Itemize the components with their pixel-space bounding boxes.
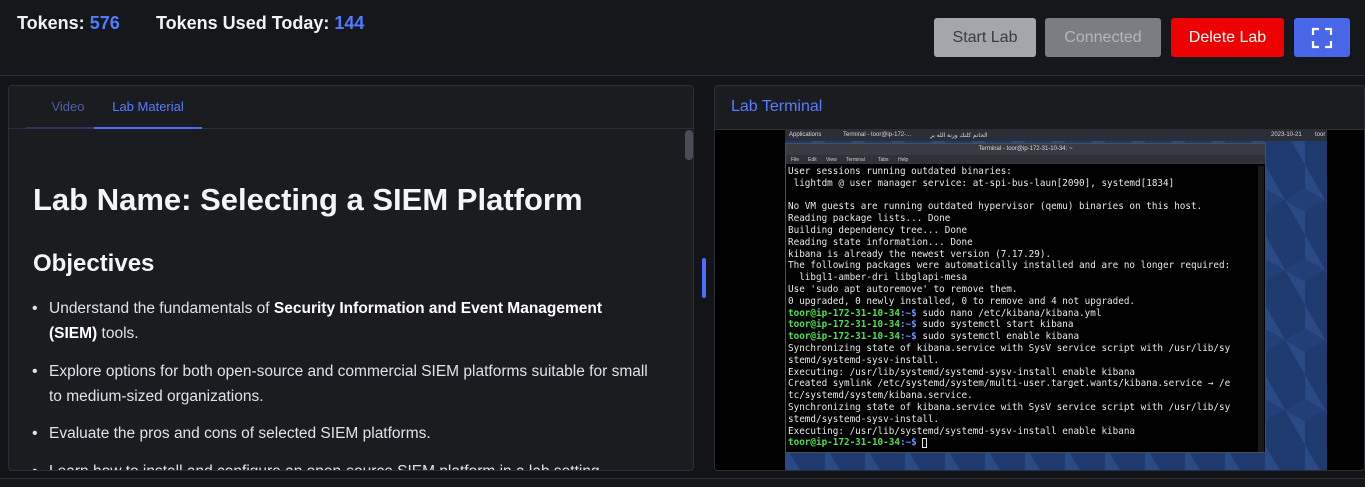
taskbar-user[interactable]: toor — [1315, 132, 1325, 138]
output-lines: User sessions running outdated binaries:… — [788, 166, 1231, 307]
terminal-window-wrap: Terminal - toor@ip-172-31-10-34: ~ File … — [785, 130, 1266, 470]
taskbar-clock: 2023-10-21 — [1271, 132, 1302, 138]
command-text: sudo nano /etc/kibana/kibana.yml — [916, 307, 1102, 319]
tokens-today-stat: Tokens Used Today: 144 — [156, 13, 364, 34]
connected-button[interactable]: Connected — [1045, 18, 1161, 57]
terminal-cursor — [922, 437, 928, 448]
tab-bar: Video Lab Material — [9, 86, 693, 129]
delete-lab-button[interactable]: Delete Lab — [1171, 18, 1284, 57]
command-text: sudo systemctl enable kibana — [916, 331, 1080, 343]
tokens-stat: Tokens: 576 — [17, 13, 120, 34]
objective-text: Understand the fundamentals of — [49, 300, 274, 317]
list-item: Evaluate the pros and cons of selected S… — [32, 421, 649, 446]
top-header: Tokens: 576 Tokens Used Today: 144 Start… — [0, 0, 1365, 76]
output-lines: Synchronizing state of kibana.service wi… — [788, 342, 1231, 437]
prompt-user: toor@ip-172-31-10-34 — [788, 319, 900, 331]
remote-desktop-view[interactable]: Applications Terminal - toor@ip-172-... … — [715, 130, 1364, 470]
scrollbar-thumb[interactable] — [685, 130, 693, 160]
prompt-user: toor@ip-172-31-10-34 — [788, 307, 900, 319]
prompt-path: :~$ — [899, 437, 917, 449]
menu-file[interactable]: File — [791, 157, 799, 163]
terminal-output[interactable]: User sessions running outdated binaries:… — [788, 166, 1258, 449]
fullscreen-icon — [1311, 27, 1333, 48]
tokens-today-label: Tokens Used Today: — [156, 13, 330, 33]
fullscreen-button[interactable] — [1294, 18, 1350, 57]
terminal-window[interactable]: Terminal - toor@ip-172-31-10-34: ~ File … — [785, 143, 1266, 453]
objective-text: tools. — [97, 325, 139, 342]
lab-title: Lab Name: Selecting a SIEM Platform — [33, 182, 583, 217]
menu-edit[interactable]: Edit — [808, 157, 817, 163]
list-item: Explore options for both open-source and… — [32, 359, 649, 409]
terminal-scrollbar[interactable] — [1258, 166, 1264, 452]
menu-view[interactable]: View — [826, 157, 837, 163]
panel-resize-handle[interactable] — [702, 258, 706, 298]
list-item: Learn how to install and configure an op… — [32, 459, 649, 470]
lab-content: Lab Name: Selecting a SIEM Platform Obje… — [9, 130, 693, 470]
menu-tabs[interactable]: Tabs — [878, 157, 889, 163]
bottom-bar — [0, 478, 1365, 487]
tokens-value: 576 — [89, 13, 120, 33]
terminal-window-title: Terminal - toor@ip-172-31-10-34: ~ — [786, 144, 1265, 155]
tab-lab-material[interactable]: Lab Material — [94, 86, 202, 129]
menu-terminal[interactable]: Terminal — [846, 157, 865, 163]
prompt-path: :~$ — [899, 331, 917, 343]
lab-terminal-panel: Lab Terminal Applications Terminal - too… — [714, 85, 1365, 471]
lab-material-panel: Video Lab Material Lab Name: Selecting a… — [8, 85, 694, 471]
objectives-heading: Objectives — [33, 250, 155, 277]
prompt-path: :~$ — [899, 319, 917, 331]
prompt-user: toor@ip-172-31-10-34 — [788, 437, 900, 449]
tokens-label: Tokens: — [17, 13, 85, 33]
terminal-menubar: File Edit View Terminal Tabs Help — [786, 155, 1265, 164]
prompt-user: toor@ip-172-31-10-34 — [788, 331, 900, 343]
terminal-panel-title: Lab Terminal — [731, 98, 823, 115]
menu-help[interactable]: Help — [898, 157, 908, 163]
scrollbar-track[interactable] — [685, 130, 693, 470]
prompt-path: :~$ — [899, 307, 917, 319]
tokens-today-value: 144 — [334, 13, 365, 33]
command-text: sudo systemctl start kibana — [916, 319, 1074, 331]
list-item: Understand the fundamentals of Security … — [32, 296, 649, 346]
start-lab-button[interactable]: Start Lab — [934, 18, 1036, 57]
